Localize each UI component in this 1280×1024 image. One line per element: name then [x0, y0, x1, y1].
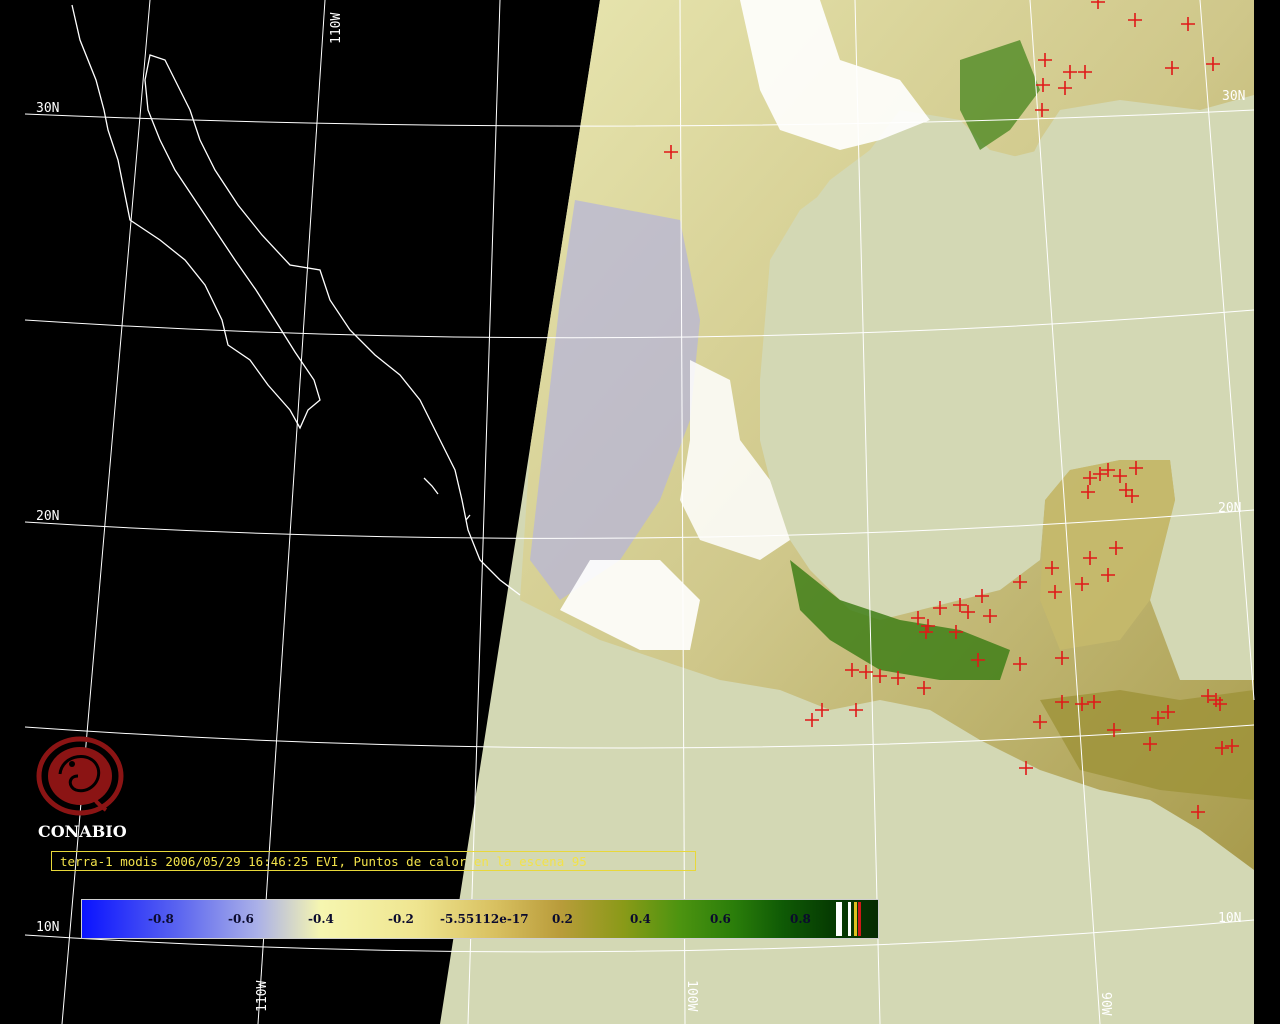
lat-label-10n-left: 10N: [36, 920, 59, 935]
colorbar-tick-label: 0.2: [552, 912, 573, 926]
colorbar-hotspot-swatch: [858, 902, 861, 936]
baja-coastline: [71, 4, 521, 596]
colorbar-tick-label: 0.4: [630, 912, 651, 926]
colorbar-nodata-swatch: [836, 902, 842, 936]
colorbar-yellow-swatch: [854, 902, 857, 936]
colorbar-tick-label: 0.6: [710, 912, 731, 926]
lat-label-20n-left: 20N: [36, 509, 59, 524]
lon-label-90w-bottom: 90W: [1098, 992, 1113, 1016]
scene-caption: terra-1 modis 2006/05/29 16:46:25 EVI, P…: [51, 851, 696, 871]
colorbar-tick-label: -0.6: [228, 912, 254, 926]
conabio-logo-text: CONABIO: [38, 822, 127, 841]
lat-label-10n-right: 10N: [1218, 911, 1241, 926]
lon-label-100w-bottom: 100W: [684, 980, 699, 1011]
evi-colorbar: -0.8 -0.6 -0.4 -0.2 -5.55112e-17 0.2 0.4 0.6 0.8: [81, 899, 879, 939]
lon-label-110w-bottom: 110W: [255, 981, 270, 1012]
lat-label-30n-left: 30N: [36, 101, 59, 116]
lon-label-110w-top: 110W: [329, 13, 344, 44]
colorbar-cloud-swatch: [848, 902, 851, 936]
colorbar-tick-label: -0.8: [148, 912, 174, 926]
conabio-logo: [32, 734, 132, 824]
lat-label-30n-right: 30N: [1222, 89, 1245, 104]
map-stage: 30N 20N 10N 30N 20N 10N 110W 110W 100W 9…: [0, 0, 1280, 1024]
colorbar-tick-label: -5.55112e-17: [440, 912, 529, 926]
colorbar-tick-label: -0.4: [308, 912, 334, 926]
lat-label-20n-right: 20N: [1218, 501, 1241, 516]
colorbar-tick-label: 0.8: [790, 912, 811, 926]
colorbar-tick-label: -0.2: [388, 912, 414, 926]
conabio-logo-mark: [36, 736, 124, 816]
